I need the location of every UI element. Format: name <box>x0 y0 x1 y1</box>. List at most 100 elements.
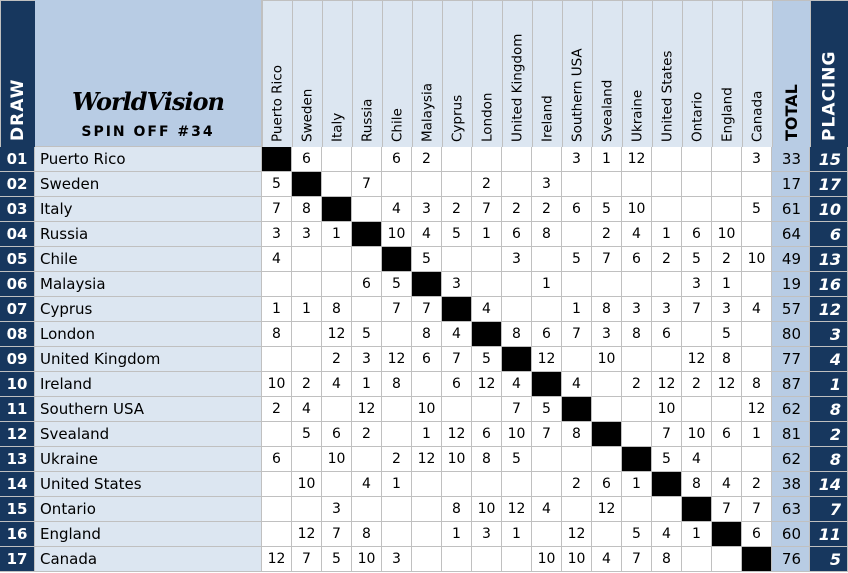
points-cell: 6 <box>472 422 502 447</box>
points-cell: 5 <box>502 447 532 472</box>
draw-number: 08 <box>0 322 35 347</box>
draw-number: 15 <box>0 497 35 522</box>
points-cell <box>622 497 652 522</box>
placing-cell: 1 <box>810 372 848 397</box>
self-vote-blocked-cell <box>352 222 382 247</box>
points-cell <box>322 247 352 272</box>
points-cell <box>352 247 382 272</box>
placing-cell: 14 <box>810 472 848 497</box>
points-cell <box>652 172 682 197</box>
total-cell: 76 <box>772 547 810 572</box>
points-cell: 1 <box>382 472 412 497</box>
points-cell <box>652 497 682 522</box>
draw-number: 13 <box>0 447 35 472</box>
jury-header: Malaysia <box>412 0 442 147</box>
country-name: Ontario <box>35 497 262 522</box>
points-cell <box>412 172 442 197</box>
self-vote-blocked-cell <box>292 172 322 197</box>
draw-number: 11 <box>0 397 35 422</box>
points-cell: 10 <box>322 447 352 472</box>
points-cell: 6 <box>442 372 472 397</box>
points-cell <box>382 497 412 522</box>
draw-number: 09 <box>0 347 35 372</box>
points-cell: 4 <box>682 447 712 472</box>
self-vote-blocked-cell <box>322 197 352 222</box>
points-cell <box>502 272 532 297</box>
points-cell: 10 <box>442 447 472 472</box>
points-cell <box>502 547 532 572</box>
points-cell: 7 <box>562 322 592 347</box>
placing-cell: 5 <box>810 547 848 572</box>
points-cell <box>622 172 652 197</box>
points-cell: 1 <box>442 522 472 547</box>
points-cell <box>532 522 562 547</box>
points-cell: 8 <box>532 222 562 247</box>
points-cell: 7 <box>742 497 772 522</box>
points-cell: 12 <box>712 372 742 397</box>
points-cell: 7 <box>382 297 412 322</box>
points-cell: 8 <box>292 197 322 222</box>
points-cell <box>502 147 532 172</box>
points-cell: 8 <box>382 372 412 397</box>
points-cell <box>352 297 382 322</box>
points-cell: 1 <box>652 222 682 247</box>
country-name: London <box>35 322 262 347</box>
points-cell: 7 <box>712 497 742 522</box>
edition-subtitle: SPIN OFF #34 <box>81 124 215 140</box>
points-cell: 3 <box>622 297 652 322</box>
points-cell <box>382 322 412 347</box>
points-cell <box>562 447 592 472</box>
points-cell <box>622 397 652 422</box>
points-cell <box>592 172 622 197</box>
draw-header: DRAW <box>0 0 35 147</box>
points-cell <box>412 522 442 547</box>
points-cell <box>292 247 322 272</box>
total-cell: 49 <box>772 247 810 272</box>
total-cell: 19 <box>772 272 810 297</box>
points-cell <box>742 272 772 297</box>
placing-cell: 8 <box>810 397 848 422</box>
points-cell: 1 <box>712 272 742 297</box>
self-vote-blocked-cell <box>412 272 442 297</box>
points-cell: 3 <box>352 347 382 372</box>
points-cell <box>682 197 712 222</box>
points-cell <box>712 547 742 572</box>
country-name: Ukraine <box>35 447 262 472</box>
points-cell <box>712 197 742 222</box>
points-cell <box>532 147 562 172</box>
draw-number: 10 <box>0 372 35 397</box>
placing-cell: 16 <box>810 272 848 297</box>
points-cell <box>352 447 382 472</box>
self-vote-blocked-cell <box>262 147 292 172</box>
points-cell <box>292 447 322 472</box>
points-cell <box>652 197 682 222</box>
points-cell: 6 <box>712 422 742 447</box>
points-cell: 4 <box>652 522 682 547</box>
jury-header: Ireland <box>532 0 562 147</box>
jury-header: Svealand <box>592 0 622 147</box>
points-cell: 2 <box>652 247 682 272</box>
points-cell <box>322 397 352 422</box>
points-cell: 1 <box>592 147 622 172</box>
country-name: Puerto Rico <box>35 147 262 172</box>
country-name: Italy <box>35 197 262 222</box>
points-cell: 8 <box>502 322 532 347</box>
jury-header: United States <box>652 0 682 147</box>
total-cell: 17 <box>772 172 810 197</box>
self-vote-blocked-cell <box>532 372 562 397</box>
total-cell: 60 <box>772 522 810 547</box>
draw-number: 02 <box>0 172 35 197</box>
points-cell: 7 <box>472 197 502 222</box>
self-vote-blocked-cell <box>682 497 712 522</box>
points-cell <box>412 547 442 572</box>
points-cell <box>472 547 502 572</box>
points-cell: 2 <box>712 247 742 272</box>
points-cell: 1 <box>322 222 352 247</box>
points-cell <box>292 497 322 522</box>
points-cell <box>442 247 472 272</box>
placing-cell: 11 <box>810 522 848 547</box>
points-cell <box>682 397 712 422</box>
points-cell <box>442 147 472 172</box>
total-cell: 57 <box>772 297 810 322</box>
points-cell: 6 <box>742 522 772 547</box>
